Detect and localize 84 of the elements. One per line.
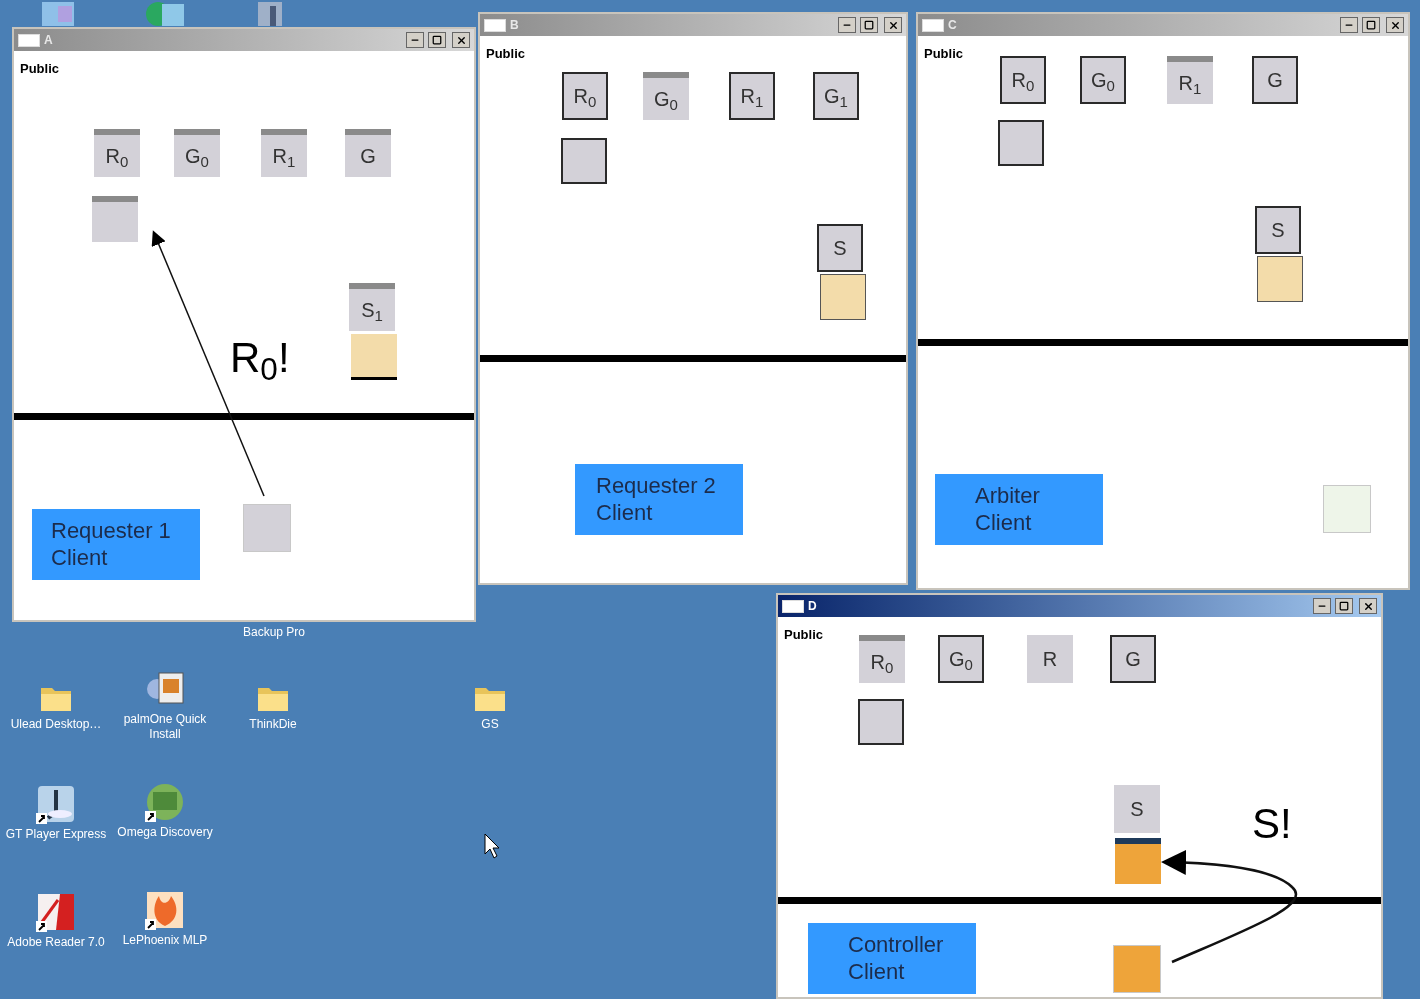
token-tile[interactable]: S [1255,206,1301,254]
token-tile[interactable]: G$_{0}$ [938,635,984,683]
token-tile[interactable]: R$_{0}$ [1000,56,1046,104]
document-icon [36,892,76,932]
maximize-icon [1366,20,1376,30]
local-tile[interactable] [1113,945,1161,993]
close-button[interactable] [884,17,902,33]
token-tile[interactable]: R$_{1}$ [1167,56,1213,104]
token-tile[interactable]: G$_{0}$ [1080,56,1126,104]
token-tile[interactable]: G [345,129,391,177]
client-label: Arbiter Client [935,474,1103,545]
client-label: Controller Client [808,923,976,994]
minimize-button[interactable] [1340,17,1358,33]
close-icon [1389,19,1401,31]
mouse-pointer-icon [484,833,500,859]
signal-text: S! [1252,803,1292,845]
token-tile[interactable]: R$_{0}$ [859,635,905,683]
maximize-icon [864,20,874,30]
maximize-button[interactable] [860,17,878,33]
token-tile[interactable]: S$_{1}$ [349,283,395,331]
window-title: B [510,17,519,34]
flame-icon [145,890,185,930]
maximize-button[interactable] [1362,17,1380,33]
close-button[interactable] [452,32,470,48]
empty-tile[interactable] [858,699,904,745]
empty-tile[interactable] [92,196,138,242]
window-icon [782,599,804,613]
globe-icon [145,782,185,822]
close-icon [887,19,899,31]
client-label: Requester 1 Client [32,509,200,580]
window-title: D [808,598,817,615]
minimize-button[interactable] [1313,598,1331,614]
close-button[interactable] [1359,598,1377,614]
desktop-icon-label[interactable]: palmOne Quick Install [113,712,217,742]
token-tile[interactable]: G [1252,56,1298,104]
token-tile[interactable]: R$_{1}$ [261,129,307,177]
area-label: Public [784,626,823,644]
close-icon [455,34,467,46]
desktop-icon-label[interactable]: Omega Discovery [117,825,213,840]
minimize-button[interactable] [406,32,424,48]
local-tile[interactable] [243,504,291,552]
token-tile[interactable]: G$_{0}$ [643,72,689,120]
maximize-button[interactable] [1335,598,1353,614]
token-tile[interactable]: S [1114,785,1160,833]
desktop-icon-label[interactable]: Ulead Desktop… [10,717,102,732]
close-button[interactable] [1386,17,1404,33]
close-icon [1362,600,1374,612]
token-tile[interactable]: S [817,224,863,272]
token-tile[interactable]: G [1110,635,1156,683]
minimize-button[interactable] [838,17,856,33]
area-label: Public [924,45,963,63]
token-tile[interactable]: G$_{1}$ [813,72,859,120]
maximize-button[interactable] [428,32,446,48]
token-tile[interactable]: R [1027,635,1073,683]
empty-tile[interactable] [561,138,607,184]
resource-tile[interactable] [1257,256,1303,302]
window-icon [922,18,944,32]
desktop-icon-label[interactable]: LePhoenix MLP [122,933,208,948]
desktop-icon-label[interactable]: GS [481,717,499,732]
media-player-icon [36,784,76,824]
resource-tile[interactable] [351,334,397,380]
token-tile[interactable]: G$_{0}$ [174,129,220,177]
window-icon [484,18,506,32]
resource-tile[interactable] [1115,838,1161,884]
token-tile[interactable]: R$_{0}$ [562,72,608,120]
window-icon [18,33,40,47]
token-tile[interactable]: R$_{1}$ [729,72,775,120]
empty-tile[interactable] [998,120,1044,166]
title-bar[interactable]: D [778,595,1381,617]
desktop-icon-label[interactable]: Backup Pro [242,625,305,640]
desktop-icon-label[interactable]: GT Player Express [5,827,107,842]
token-tile[interactable]: R$_{0}$ [94,129,140,177]
window-title: A [44,32,53,49]
window-title: C [948,17,957,34]
area-label: Public [20,60,59,78]
desktop-icon-label[interactable]: ThinkDie [249,717,297,732]
resource-tile[interactable] [820,274,866,320]
area-label: Public [486,45,525,63]
maximize-icon [432,35,442,45]
maximize-icon [1339,601,1349,611]
desktop-icon-label[interactable]: Adobe Reader 7.0 [7,935,105,950]
signal-text: R$_{0}$! [230,337,290,379]
local-tile[interactable] [1323,485,1371,533]
client-label: Requester 2 Client [575,464,743,535]
